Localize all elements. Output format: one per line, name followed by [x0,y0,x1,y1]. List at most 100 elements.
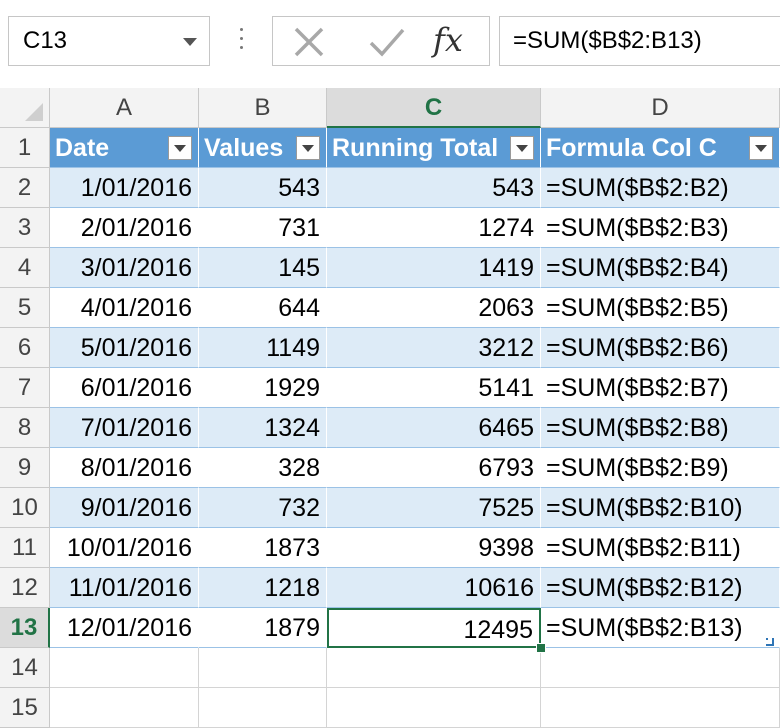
empty-cell[interactable] [327,648,541,688]
table-header-values[interactable]: Values [199,128,327,168]
checkmark-icon [369,28,405,57]
cancel-button[interactable] [277,17,337,65]
table-cell[interactable]: 1879 [199,608,327,648]
table-cell[interactable]: 2063 [327,288,541,328]
table-cell[interactable]: 731 [199,208,327,248]
column-header-d[interactable]: D [541,88,780,128]
filter-dropdown-icon[interactable] [168,136,192,160]
table-cell[interactable]: 6/01/2016 [50,368,199,408]
empty-cell[interactable] [50,648,199,688]
row-header-7[interactable]: 7 [0,368,50,408]
formula-bar-input[interactable]: =SUM($B$2:B13) [499,16,780,66]
row-header-6[interactable]: 6 [0,328,50,368]
empty-cell[interactable] [541,648,780,688]
select-all-button[interactable] [0,88,50,128]
table-cell[interactable]: 145 [199,248,327,288]
table-cell[interactable]: 1274 [327,208,541,248]
table-cell[interactable]: =SUM($B$2:B10) [541,488,780,528]
table-cell[interactable]: 1419 [327,248,541,288]
table-cell[interactable]: 1324 [199,408,327,448]
table-cell[interactable]: 732 [199,488,327,528]
table-cell[interactable]: =SUM($B$2:B11) [541,528,780,568]
empty-cell[interactable] [199,688,327,728]
table-cell[interactable]: 5/01/2016 [50,328,199,368]
table-cell[interactable]: 4/01/2016 [50,288,199,328]
table-cell[interactable]: =SUM($B$2:B9) [541,448,780,488]
chevron-down-icon[interactable] [183,38,197,46]
empty-cell[interactable] [327,688,541,728]
table-cell[interactable]: 1929 [199,368,327,408]
table-cell[interactable]: 10/01/2016 [50,528,199,568]
table-cell[interactable]: 644 [199,288,327,328]
empty-cell[interactable] [199,648,327,688]
formula-toolbar: C13 fx =SUM($B$2:B13) [0,0,780,88]
empty-cell[interactable] [50,688,199,728]
table-cell[interactable]: =SUM($B$2:B7) [541,368,780,408]
formula-buttons: fx [272,16,490,66]
table-cell[interactable]: 12/01/2016 [50,608,199,648]
row-header-10[interactable]: 10 [0,488,50,528]
row-header-12[interactable]: 12 [0,568,50,608]
table-cell[interactable]: 8/01/2016 [50,448,199,488]
enter-button[interactable] [353,17,413,65]
table-header-label: Date [55,134,110,162]
row-header-5[interactable]: 5 [0,288,50,328]
table-cell[interactable]: 1/01/2016 [50,168,199,208]
table-cell[interactable]: 9398 [327,528,541,568]
table-cell[interactable]: 2/01/2016 [50,208,199,248]
row-header-13[interactable]: 13 [0,608,50,648]
filter-dropdown-icon[interactable] [749,136,773,160]
column-header-a[interactable]: A [50,88,199,128]
table-resize-handle[interactable] [766,638,774,646]
table-cell[interactable]: 12495 [327,608,541,648]
table-cell[interactable]: =SUM($B$2:B3) [541,208,780,248]
row-header-3[interactable]: 3 [0,208,50,248]
table-cell[interactable]: 7/01/2016 [50,408,199,448]
table-header-running-total[interactable]: Running Total [327,128,541,168]
table-cell[interactable]: 1873 [199,528,327,568]
filter-dropdown-icon[interactable] [510,136,534,160]
table-cell[interactable]: 6793 [327,448,541,488]
table-header-formula-col-c[interactable]: Formula Col C [541,128,780,168]
table-cell[interactable]: =SUM($B$2:B2) [541,168,780,208]
table-header-label: Values [204,134,284,162]
more-options-icon[interactable] [231,28,251,56]
table-cell[interactable]: =SUM($B$2:B4) [541,248,780,288]
column-header-b[interactable]: B [199,88,327,128]
row-header-4[interactable]: 4 [0,248,50,288]
column-header-c[interactable]: C [327,88,541,128]
table-cell[interactable]: 9/01/2016 [50,488,199,528]
row-header-8[interactable]: 8 [0,408,50,448]
table-cell[interactable]: 543 [327,168,541,208]
empty-cell[interactable] [541,688,780,728]
table-cell[interactable]: =SUM($B$2:B8) [541,408,780,448]
table-cell[interactable]: =SUM($B$2:B5) [541,288,780,328]
row-header-2[interactable]: 2 [0,168,50,208]
table-cell[interactable]: 328 [199,448,327,488]
fill-handle[interactable] [536,643,546,653]
row-header-9[interactable]: 9 [0,448,50,488]
table-header-label: Running Total [332,134,499,162]
table-cell[interactable]: =SUM($B$2:B12) [541,568,780,608]
table-cell[interactable]: 3/01/2016 [50,248,199,288]
table-cell[interactable]: 1149 [199,328,327,368]
table-cell[interactable]: 5141 [327,368,541,408]
table-cell[interactable]: =SUM($B$2:B13) [541,608,780,648]
insert-function-button[interactable]: fx [433,21,463,59]
name-box[interactable]: C13 [8,16,210,66]
table-cell[interactable]: 10616 [327,568,541,608]
formula-bar-value: =SUM($B$2:B13) [513,27,702,54]
table-cell[interactable]: 6465 [327,408,541,448]
row-header-15[interactable]: 15 [0,688,50,728]
table-cell[interactable]: 1218 [199,568,327,608]
row-header-11[interactable]: 11 [0,528,50,568]
table-cell[interactable]: 543 [199,168,327,208]
table-cell[interactable]: 3212 [327,328,541,368]
table-cell[interactable]: =SUM($B$2:B6) [541,328,780,368]
table-cell[interactable]: 7525 [327,488,541,528]
filter-dropdown-icon[interactable] [296,136,320,160]
table-header-date[interactable]: Date [50,128,199,168]
row-header-1[interactable]: 1 [0,128,50,168]
table-cell[interactable]: 11/01/2016 [50,568,199,608]
row-header-14[interactable]: 14 [0,648,50,688]
